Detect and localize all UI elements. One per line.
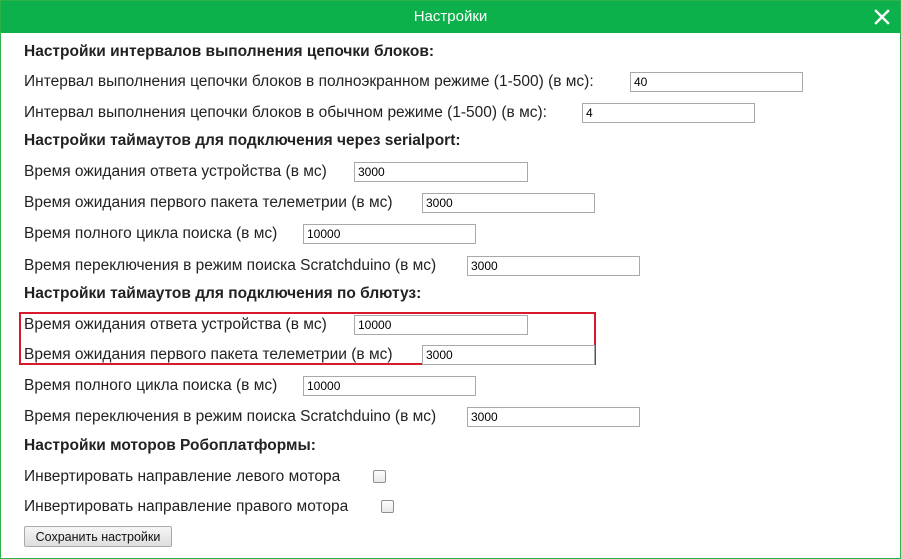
motors-heading: Настройки моторов Робоплатформы:: [24, 437, 316, 454]
bluetooth-search-cycle-input[interactable]: [303, 376, 476, 396]
serial-telemetry-input[interactable]: [422, 193, 595, 213]
serial-switch-label: Время переключения в режим поиска Scratc…: [24, 257, 437, 274]
dialog-titlebar: Настройки: [1, 1, 900, 33]
serial-search-cycle-label: Время полного цикла поиска (в мс): [24, 225, 278, 242]
invert-left-label: Инвертировать направление левого мотора: [24, 468, 341, 485]
serial-response-input[interactable]: [354, 162, 528, 182]
bluetooth-response-label: Время ожидания ответа устройства (в мс): [24, 316, 327, 333]
invert-right-checkbox[interactable]: [381, 500, 394, 513]
fullscreen-interval-input[interactable]: [630, 72, 803, 92]
bluetooth-heading: Настройки таймаутов для подключения по б…: [24, 285, 422, 302]
fullscreen-interval-label: Интервал выполнения цепочки блоков в пол…: [24, 73, 594, 90]
serial-response-label: Время ожидания ответа устройства (в мс): [24, 163, 327, 180]
save-settings-button[interactable]: Сохранить настройки: [24, 526, 172, 547]
serial-heading: Настройки таймаутов для подключения чере…: [24, 132, 461, 149]
normal-interval-input[interactable]: [582, 103, 755, 123]
bluetooth-telemetry-label: Время ожидания первого пакета телеметрии…: [24, 346, 393, 363]
invert-left-checkbox[interactable]: [373, 470, 386, 483]
settings-dialog: Настройки Настройки интервалов выполнени…: [0, 0, 901, 559]
bluetooth-switch-input[interactable]: [467, 407, 640, 427]
dialog-title: Настройки: [413, 8, 488, 25]
bluetooth-response-input[interactable]: [354, 315, 528, 335]
serial-switch-input[interactable]: [467, 256, 640, 276]
invert-right-label: Инвертировать направление правого мотора: [24, 498, 349, 515]
close-icon[interactable]: [872, 7, 892, 27]
normal-interval-label: Интервал выполнения цепочки блоков в обы…: [24, 104, 547, 121]
serial-search-cycle-input[interactable]: [303, 224, 476, 244]
bluetooth-search-cycle-label: Время полного цикла поиска (в мс): [24, 377, 278, 394]
bluetooth-telemetry-input[interactable]: [422, 345, 595, 365]
bluetooth-switch-label: Время переключения в режим поиска Scratc…: [24, 408, 437, 425]
interval-heading: Настройки интервалов выполнения цепочки …: [24, 43, 435, 60]
serial-telemetry-label: Время ожидания первого пакета телеметрии…: [24, 194, 393, 211]
